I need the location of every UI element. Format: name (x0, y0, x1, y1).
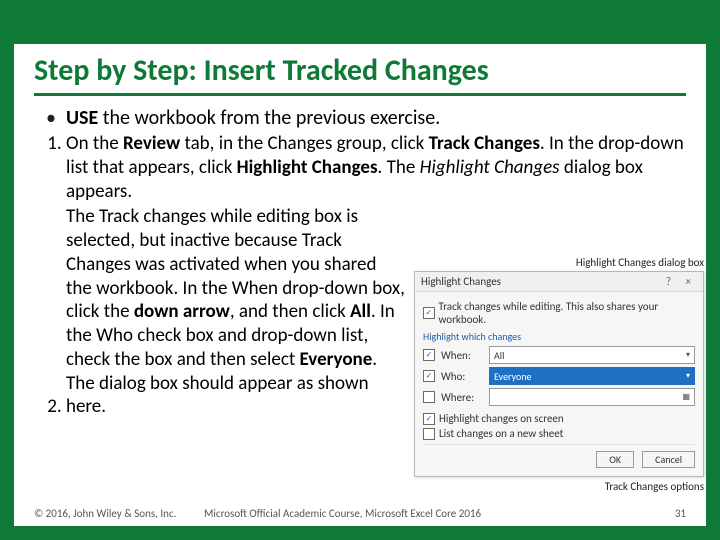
track-changes-checkbox-row: ✓ Track changes while editing. This also… (423, 300, 695, 326)
opt-newsheet-row: List changes on a new sheet (423, 427, 695, 440)
dialog-window-icons: ? × (666, 275, 697, 288)
opt-newsheet-label: List changes on a new sheet (439, 427, 563, 440)
checkbox-icon (423, 428, 435, 440)
opt-onscreen-row: ✓ Highlight changes on screen (423, 412, 695, 425)
step-1: On the Review tab, in the Changes group,… (66, 132, 686, 203)
who-value: Everyone (494, 370, 532, 383)
slide: Step by Step: Insert Tracked Changes • U… (0, 0, 720, 540)
who-dropdown[interactable]: Everyone ▾ (489, 367, 695, 385)
footer-copyright: © 2016, John Wiley & Sons, Inc. (34, 507, 176, 520)
title-divider (34, 93, 686, 96)
who-row: ✓ Who: Everyone ▾ (423, 367, 695, 385)
footer-course: Microsoft Official Academic Course, Micr… (204, 507, 481, 520)
group-label: Highlight which changes (423, 330, 695, 343)
when-value: All (494, 349, 504, 362)
opt-onscreen-label: Highlight changes on screen (439, 412, 564, 425)
dialog-titlebar: Highlight Changes ? × (415, 272, 703, 292)
use-line: • USE the workbook from the previous exe… (34, 106, 686, 130)
footer: © 2016, John Wiley & Sons, Inc. Microsof… (34, 507, 686, 520)
cancel-button[interactable]: Cancel (642, 451, 695, 468)
chevron-down-icon: ▾ (686, 350, 690, 360)
chevron-down-icon: ▾ (686, 371, 690, 381)
callout-bottom: Track Changes options (414, 480, 704, 493)
highlight-changes-dialog: Highlight Changes ? × ✓ Track changes wh… (414, 271, 704, 477)
track-changes-label: Track changes while editing. This also s… (439, 300, 695, 326)
use-prefix: USE (66, 106, 98, 130)
dialog-buttons: OK Cancel (423, 444, 695, 468)
who-label: Who: (441, 370, 483, 383)
callout-top: Highlight Changes dialog box (414, 256, 704, 269)
checkbox-icon: ✓ (423, 307, 435, 319)
where-row: Where: ▦ (423, 388, 695, 406)
dialog-figure: Highlight Changes dialog box Highlight C… (414, 256, 704, 493)
use-rest: the workbook from the previous exercise. (98, 106, 440, 130)
when-dropdown[interactable]: All ▾ (489, 346, 695, 364)
checkbox-icon (423, 391, 435, 403)
checkbox-icon: ✓ (423, 370, 435, 382)
range-picker-icon: ▦ (682, 392, 690, 402)
when-row: ✓ When: All ▾ (423, 346, 695, 364)
footer-page: 31 (675, 507, 686, 520)
checkbox-icon: ✓ (423, 413, 435, 425)
checkbox-icon: ✓ (423, 349, 435, 361)
bullet-dot: • (34, 106, 56, 130)
dialog-title-text: Highlight Changes (421, 275, 501, 288)
page-title: Step by Step: Insert Tracked Changes (34, 52, 686, 89)
use-text: USE the workbook from the previous exerc… (66, 106, 440, 130)
where-input[interactable]: ▦ (489, 388, 695, 406)
where-label: Where: (441, 391, 483, 404)
when-label: When: (441, 349, 483, 362)
ok-button[interactable]: OK (596, 451, 634, 468)
